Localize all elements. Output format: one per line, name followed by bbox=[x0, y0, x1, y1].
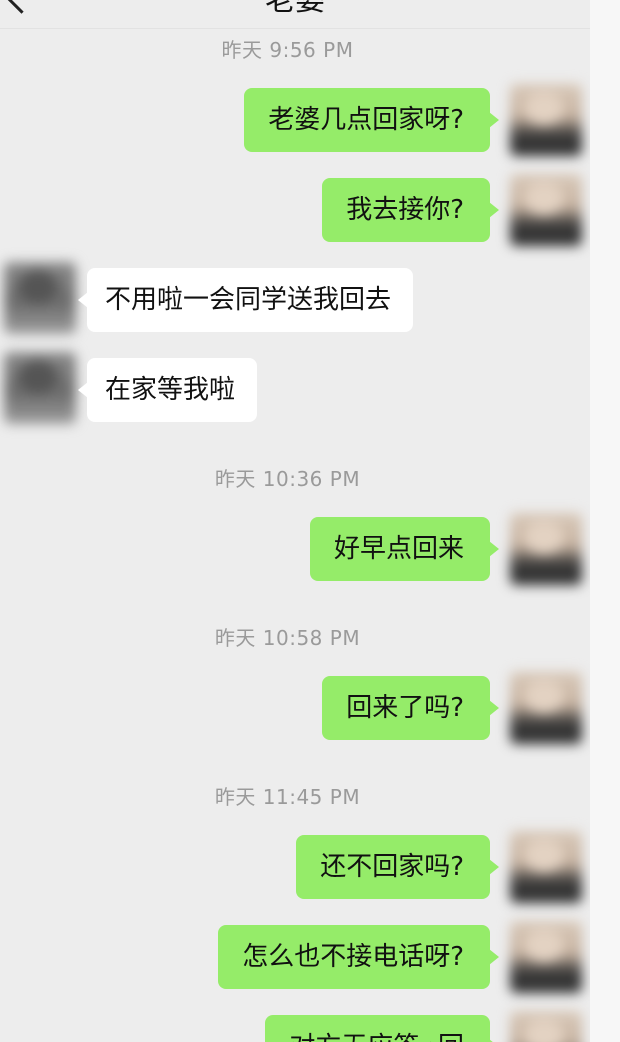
timestamp: 昨天 10:58 PM bbox=[214, 626, 361, 650]
sent-message-bubble[interactable]: 我去接你? bbox=[322, 178, 499, 242]
contact-avatar[interactable] bbox=[4, 352, 76, 424]
sent-message-bubble[interactable]: 老婆几点回家呀? bbox=[244, 88, 499, 152]
my-avatar[interactable] bbox=[510, 513, 582, 585]
sent-message-bubble[interactable]: 回来了吗? bbox=[322, 676, 499, 740]
sent-message-bubble[interactable]: 对方无应答 ›回 bbox=[265, 1015, 499, 1042]
received-message-bubble[interactable]: 不用啦一会同学送我回去 bbox=[77, 268, 414, 332]
my-avatar[interactable] bbox=[510, 921, 582, 993]
sent-message-bubble[interactable]: 好早点回来 bbox=[309, 517, 500, 581]
my-avatar[interactable] bbox=[510, 831, 582, 903]
screenshot-margin bbox=[590, 0, 620, 1042]
chat-title: 老婆 bbox=[265, 0, 325, 18]
chat-screen: 老婆 昨天 9:56 PM 老婆几点回家呀? 我去接你? 不用啦一会同学送我回去… bbox=[0, 0, 590, 1042]
timestamp: 昨天 11:45 PM bbox=[214, 785, 361, 809]
received-message-bubble[interactable]: 在家等我啦 bbox=[77, 358, 258, 422]
timestamp: 昨天 10:36 PM bbox=[214, 467, 361, 491]
my-avatar[interactable] bbox=[510, 672, 582, 744]
contact-avatar[interactable] bbox=[4, 262, 76, 334]
my-avatar[interactable] bbox=[510, 174, 582, 246]
sent-message-bubble[interactable]: 怎么也不接电话呀? bbox=[218, 925, 499, 989]
chat-header: 老婆 bbox=[0, 0, 590, 29]
timestamp: 昨天 9:56 PM bbox=[221, 38, 354, 62]
my-avatar[interactable] bbox=[510, 1011, 582, 1042]
my-avatar[interactable] bbox=[510, 84, 582, 156]
sent-message-bubble[interactable]: 还不回家吗? bbox=[296, 835, 499, 899]
